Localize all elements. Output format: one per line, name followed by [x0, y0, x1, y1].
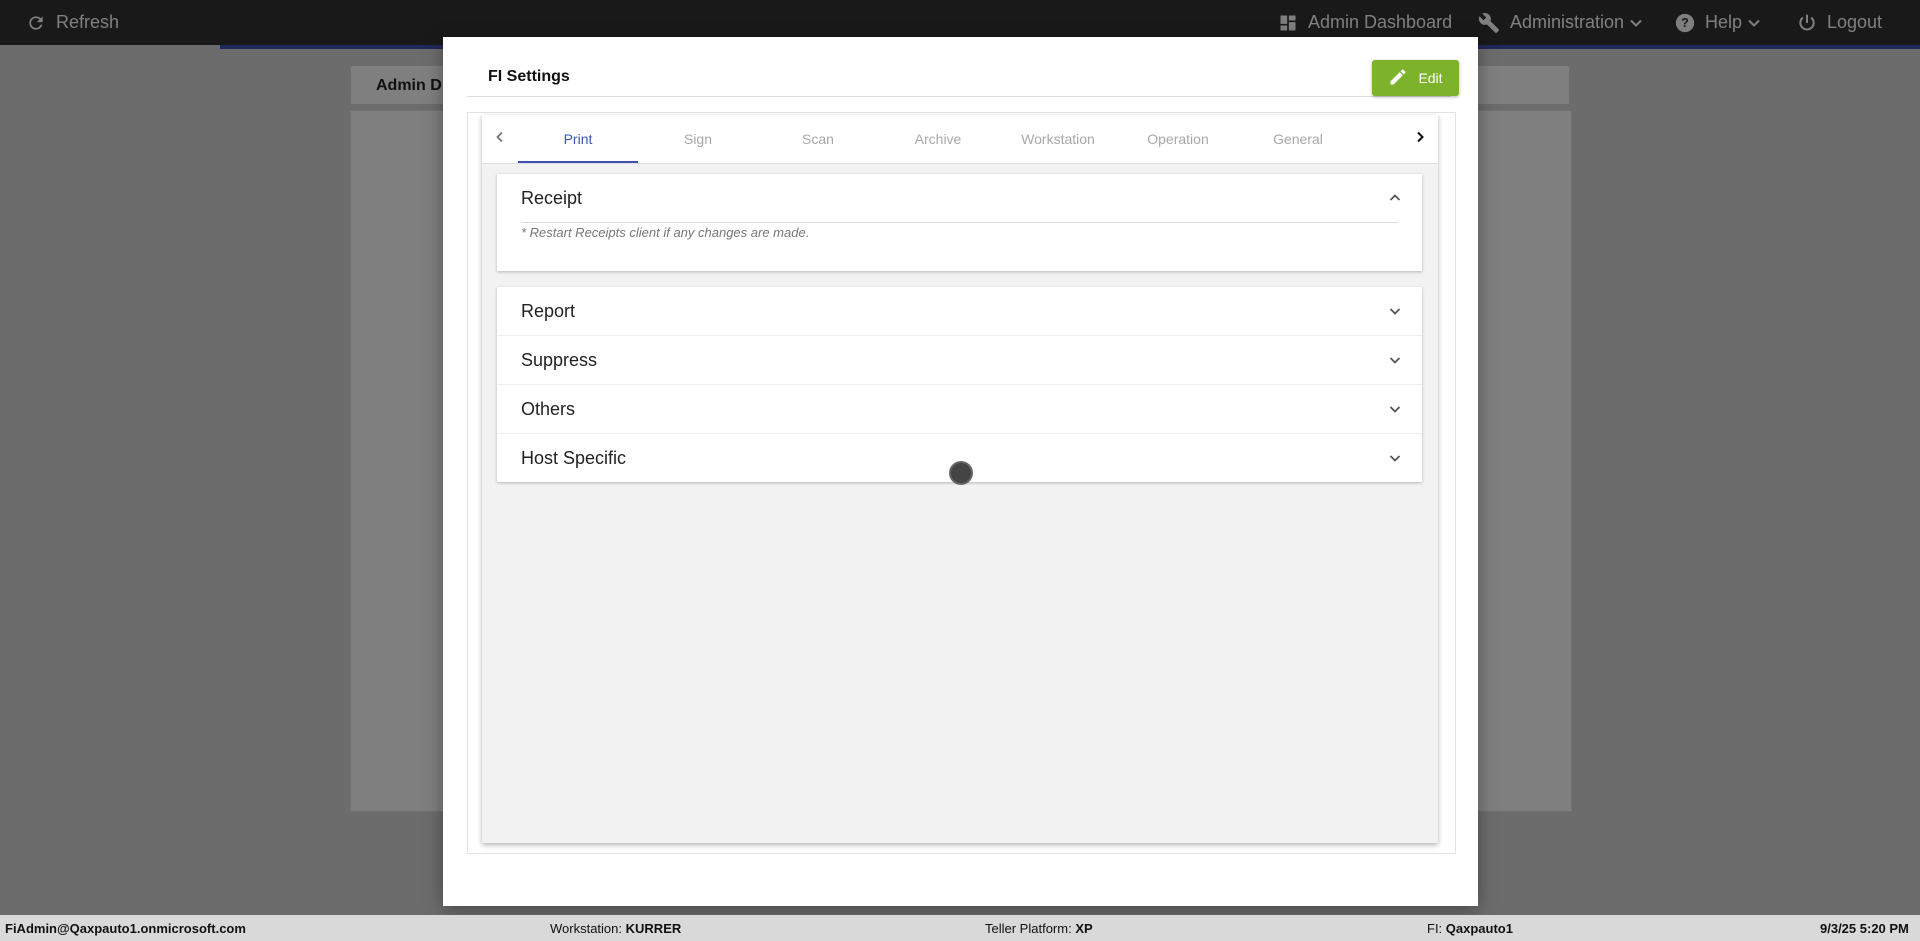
others-section[interactable]: Others — [497, 385, 1422, 434]
status-user: FiAdmin@Qaxpauto1.onmicrosoft.com — [5, 921, 246, 936]
report-title: Report — [521, 300, 576, 321]
workstation-label: Workstation: — [550, 921, 623, 936]
chevron-left-icon — [494, 130, 506, 148]
status-user-value: FiAdmin@Qaxpauto1.onmicrosoft.com — [5, 921, 246, 936]
tab-operation[interactable]: Operation — [1118, 115, 1238, 163]
tab-scroll-right[interactable] — [1402, 115, 1438, 163]
tab-label: Scan — [802, 131, 834, 147]
tab-label: General — [1273, 131, 1323, 147]
dialog-title: FI Settings — [488, 68, 570, 85]
host-specific-title: Host Specific — [521, 447, 627, 468]
tab-print[interactable]: Print — [518, 115, 638, 163]
tab-workstation[interactable]: Workstation — [998, 115, 1118, 163]
receipt-restart-note: * Restart Receipts client if any changes… — [521, 225, 810, 240]
receipt-panel: Receipt * Restart Receipts client if any… — [497, 174, 1422, 271]
workstation-value: KURRER — [625, 921, 682, 936]
tab-scan[interactable]: Scan — [758, 115, 878, 163]
chevron-up-icon[interactable] — [1388, 191, 1402, 205]
platform-label: Teller Platform: — [985, 921, 1072, 936]
suppress-section[interactable]: Suppress — [497, 336, 1422, 385]
receipt-divider — [521, 222, 1398, 223]
pencil-icon — [1388, 67, 1408, 90]
status-bar: FiAdmin@Qaxpauto1.onmicrosoft.com Workst… — [0, 915, 1920, 941]
tab-archive[interactable]: Archive — [878, 115, 998, 163]
status-datetime: 9/3/25 5:20 PM — [1820, 921, 1909, 936]
chevron-down-icon — [1388, 353, 1402, 367]
dialog-header: FI Settings — [467, 60, 1451, 97]
edit-button[interactable]: Edit — [1372, 60, 1459, 96]
tab-general[interactable]: General — [1238, 115, 1358, 163]
tab-label: Operation — [1147, 131, 1209, 147]
tab-sign[interactable]: Sign — [638, 115, 758, 163]
others-title: Others — [521, 398, 576, 419]
settings-tab-bar: Print Sign Scan Archive Workstation Oper… — [482, 115, 1438, 164]
chevron-down-icon — [1388, 402, 1402, 416]
status-fi: FI: Qaxpauto1 — [1427, 921, 1513, 936]
tab-label: Archive — [914, 131, 962, 147]
edit-label: Edit — [1418, 70, 1443, 86]
report-section[interactable]: Report — [497, 287, 1422, 336]
settings-accordion: Report Suppress Others Host Specific — [497, 287, 1422, 482]
tab-label: Workstation — [1021, 131, 1095, 147]
tab-label: Print — [563, 131, 593, 147]
chevron-down-icon — [1388, 451, 1402, 465]
chevron-right-icon — [1414, 130, 1426, 148]
tab-label: Sign — [683, 131, 713, 147]
status-platform: Teller Platform: XP — [985, 921, 1093, 936]
status-workstation: Workstation: KURRER — [550, 921, 681, 936]
receipt-panel-header[interactable]: Receipt — [497, 174, 1422, 222]
platform-value: XP — [1075, 921, 1093, 936]
fi-value: Qaxpauto1 — [1445, 921, 1513, 936]
tab-scroll-left[interactable] — [482, 115, 518, 163]
mouse-cursor-indicator — [949, 461, 973, 485]
datetime-value: 9/3/25 5:20 PM — [1820, 921, 1909, 936]
chevron-down-icon — [1388, 304, 1402, 318]
suppress-title: Suppress — [521, 349, 598, 370]
fi-label: FI: — [1427, 921, 1443, 936]
receipt-title: Receipt — [521, 187, 583, 208]
